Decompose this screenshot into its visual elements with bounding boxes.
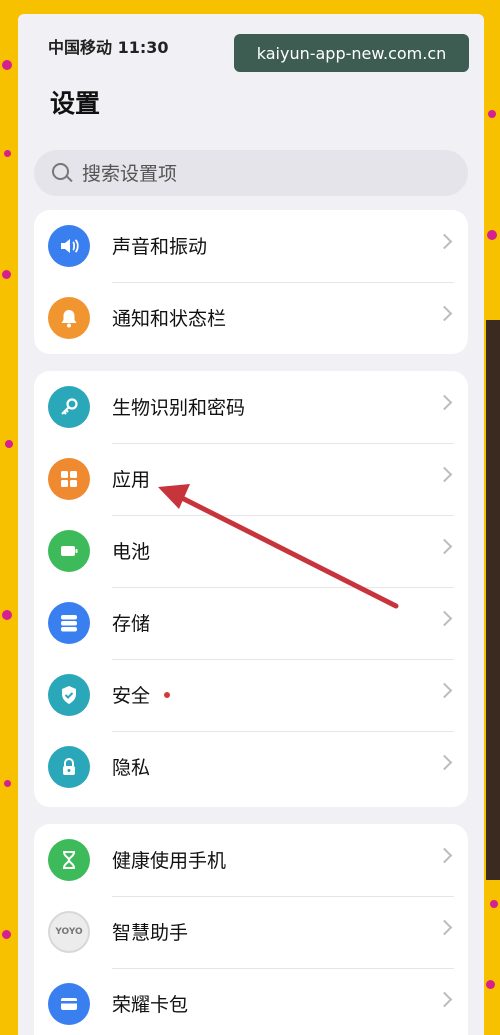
background-dot	[488, 110, 496, 118]
battery-icon	[48, 530, 90, 572]
chevron-right-icon	[436, 233, 453, 250]
background-dot	[2, 930, 11, 939]
settings-item-label: 应用	[112, 469, 151, 491]
apps-grid-icon	[48, 458, 90, 500]
page-title: 设置	[50, 89, 101, 118]
yoyo-icon-text: YOYO	[55, 927, 83, 937]
settings-item-label: 健康使用手机	[112, 850, 227, 872]
settings-item-label: 隐私	[112, 757, 151, 779]
storage-icon	[48, 602, 90, 644]
settings-item-label: 声音和振动	[112, 236, 208, 258]
wallet-card-icon	[48, 983, 90, 1025]
chevron-right-icon	[436, 305, 453, 322]
search-bar[interactable]	[34, 150, 468, 198]
bell-icon	[48, 297, 90, 339]
settings-item-apps[interactable]: 应用	[34, 443, 468, 515]
chevron-right-icon	[436, 538, 453, 555]
background-dot	[490, 900, 498, 908]
background-dot	[2, 270, 11, 279]
settings-item-label: 电池	[112, 541, 151, 563]
settings-item-sound[interactable]: 声音和振动	[34, 210, 468, 282]
search-input[interactable]	[80, 150, 454, 198]
settings-item-label: 荣耀卡包	[112, 994, 189, 1016]
yoyo-icon: YOYO	[48, 911, 90, 953]
settings-item-privacy[interactable]: 隐私	[34, 731, 468, 803]
chevron-right-icon	[436, 991, 453, 1008]
background-dot	[486, 980, 495, 989]
settings-item-wallet[interactable]: 荣耀卡包	[34, 968, 468, 1035]
settings-item-battery[interactable]: 电池	[34, 515, 468, 587]
settings-group: 生物识别和密码 应用 电池 存储 安全 隐私	[34, 371, 468, 807]
carrier-time: 中国移动 11:30	[48, 38, 169, 57]
shield-icon	[48, 674, 90, 716]
chevron-right-icon	[436, 754, 453, 771]
settings-item-security[interactable]: 安全	[34, 659, 468, 731]
settings-item-label: 通知和状态栏	[112, 308, 227, 330]
chevron-right-icon	[436, 919, 453, 936]
background-dot	[2, 60, 12, 70]
settings-item-digital-wellbeing[interactable]: 健康使用手机	[34, 824, 468, 896]
background-dot	[4, 150, 11, 157]
chevron-right-icon	[436, 394, 453, 411]
background-dark-band	[486, 320, 500, 880]
search-icon	[52, 163, 69, 180]
hourglass-icon	[48, 839, 90, 881]
settings-group: 健康使用手机 YOYO 智慧助手 荣耀卡包	[34, 824, 468, 1035]
chevron-right-icon	[436, 682, 453, 699]
settings-item-storage[interactable]: 存储	[34, 587, 468, 659]
background-dot	[2, 610, 12, 620]
settings-group: 声音和振动 通知和状态栏	[34, 210, 468, 354]
background-dot	[5, 440, 13, 448]
privacy-lock-icon	[48, 746, 90, 788]
chevron-right-icon	[436, 847, 453, 864]
background-dot	[4, 780, 11, 787]
key-icon	[48, 386, 90, 428]
background-dot	[487, 230, 497, 240]
settings-item-notifications[interactable]: 通知和状态栏	[34, 282, 468, 354]
settings-item-label: 安全	[112, 685, 151, 707]
chevron-right-icon	[436, 610, 453, 627]
settings-item-biometrics[interactable]: 生物识别和密码	[34, 371, 468, 443]
speaker-icon	[48, 225, 90, 267]
chevron-right-icon	[436, 466, 453, 483]
settings-item-label: 存储	[112, 613, 151, 635]
notification-badge	[164, 692, 170, 698]
settings-item-label: 智慧助手	[112, 922, 189, 944]
phone-screen: 中国移动 11:30 ◠ 5G ▂▄▆ 100 kaiyun-app-new.c…	[18, 14, 484, 1035]
settings-item-label: 生物识别和密码	[112, 397, 246, 419]
settings-item-smart-assistant[interactable]: YOYO 智慧助手	[34, 896, 468, 968]
watermark: kaiyun-app-new.com.cn	[234, 34, 469, 72]
